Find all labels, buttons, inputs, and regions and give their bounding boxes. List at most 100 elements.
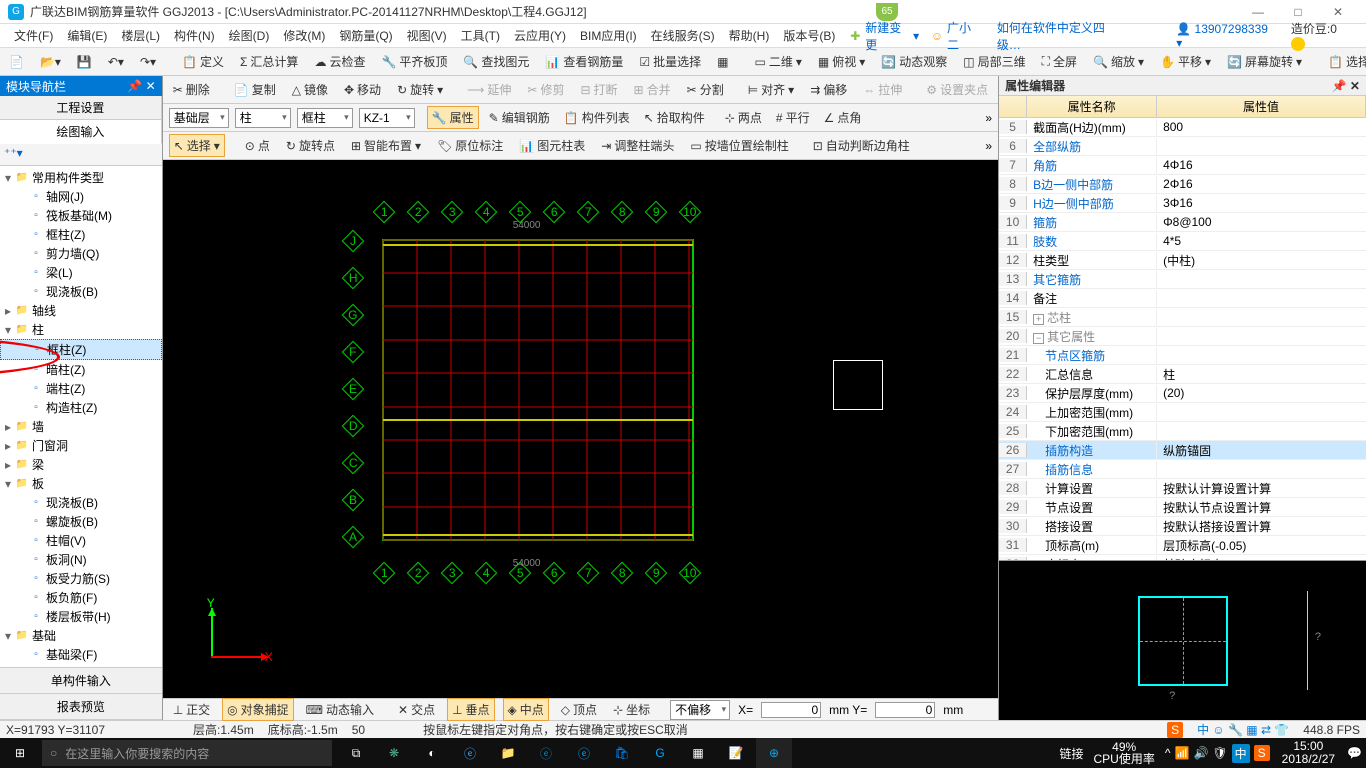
combo-floor[interactable]: 基础层 <box>169 108 229 128</box>
tool-delete[interactable]: ✂ 删除 <box>169 79 214 100</box>
tool-point[interactable]: ⊙ 点 <box>241 135 274 156</box>
tool-mirror[interactable]: △ 镜像 <box>288 79 332 100</box>
property-row[interactable]: 8B边一侧中部筋2Φ16 <box>999 175 1366 194</box>
property-row[interactable]: 23保护层厚度(mm)(20) <box>999 384 1366 403</box>
tree-folder[interactable]: ▾📁柱 <box>0 320 162 339</box>
tool-selectfloor[interactable]: 📋 选择楼层 <box>1325 51 1366 72</box>
combo-name[interactable]: KZ-1 <box>359 108 415 128</box>
task-explorer[interactable]: 📁 <box>490 738 526 768</box>
property-row[interactable]: 7角筋4Φ16 <box>999 156 1366 175</box>
snap-ortho[interactable]: ⊥ 正交 <box>169 699 214 720</box>
tray-up[interactable]: ^ <box>1165 746 1171 760</box>
tree-folder[interactable]: ▾📁常用构件类型 <box>0 168 162 187</box>
tool-parallel[interactable]: # 平行 <box>772 107 814 128</box>
tool-save[interactable]: 💾 <box>74 53 95 71</box>
tool-3d[interactable]: ◫ 局部三维 <box>960 51 1028 72</box>
tool-move[interactable]: ✥ 移动 <box>340 79 385 100</box>
tab-project-setting[interactable]: 工程设置 <box>0 96 162 119</box>
snap-dynamic[interactable]: ⌨ 动态输入 <box>302 699 378 720</box>
menu-version[interactable]: 版本号(B) <box>777 25 841 46</box>
drawing-canvas[interactable]: 12345678910 12345678910 JHGFEDCBA 54000 … <box>163 160 998 698</box>
task-edge[interactable]: ⓔ <box>528 738 564 768</box>
menu-edit[interactable]: 编辑(E) <box>61 25 113 46</box>
property-row[interactable]: 11肢数4*5 <box>999 232 1366 251</box>
menu-file[interactable]: 文件(F) <box>8 25 59 46</box>
tool-rotate[interactable]: 🔄 屏幕旋转 ▾ <box>1224 51 1305 72</box>
menu-component[interactable]: 构件(N) <box>168 25 221 46</box>
menu-view[interactable]: 视图(V) <box>401 25 453 46</box>
tool-align[interactable]: 🔧 平齐板顶 <box>378 51 450 72</box>
tree-folder[interactable]: ▾📁板 <box>0 474 162 493</box>
tray-shield[interactable]: 🛡 <box>1212 746 1227 760</box>
menu-tools[interactable]: 工具(T) <box>455 25 506 46</box>
tool-2d[interactable]: ▭ 二维 ▾ <box>751 51 804 72</box>
property-row[interactable]: 9H边一侧中部筋3Φ16 <box>999 194 1366 213</box>
tree-item[interactable]: ▫轴网(J) <box>0 187 162 206</box>
tree-item[interactable]: ▫板负筋(F) <box>0 588 162 607</box>
tool-batch[interactable]: ☑ 批量选择 <box>636 51 704 72</box>
menu-rebar[interactable]: 钢筋量(Q) <box>333 25 398 46</box>
tree-item[interactable]: ▫现浇板(B) <box>0 282 162 301</box>
tray-sogou[interactable]: S <box>1254 745 1270 761</box>
menu-cloud[interactable]: 云应用(Y) <box>508 25 572 46</box>
tool-view-rebar[interactable]: 📊 查看钢筋量 <box>542 51 626 72</box>
tree-folder[interactable]: ▸📁墙 <box>0 417 162 436</box>
cortana-search[interactable]: ○ 在这里输入你要搜索的内容 <box>42 740 332 766</box>
btab-report[interactable]: 报表预览 <box>0 694 162 720</box>
tool-orbit[interactable]: 🔄 动态观察 <box>878 51 950 72</box>
menu-draw[interactable]: 绘图(D) <box>223 25 276 46</box>
task-view[interactable]: ⧉ <box>338 738 374 768</box>
property-row[interactable]: 10箍筋Φ8@100 <box>999 213 1366 232</box>
snap-vertex[interactable]: ◇ 顶点 <box>557 699 601 720</box>
menu-floor[interactable]: 楼层(L) <box>115 25 166 46</box>
tool-align2[interactable]: ⊨ 对齐 ▾ <box>744 79 799 100</box>
pin-icon[interactable]: 📌 ✕ <box>1332 79 1360 93</box>
snap-perp[interactable]: ⊥ 垂点 <box>447 698 494 721</box>
task-ie[interactable]: ⓔ <box>566 738 602 768</box>
task-app3[interactable]: G <box>642 738 678 768</box>
tool-pan[interactable]: ✋ 平移 ▾ <box>1157 51 1214 72</box>
task-store[interactable]: 🛍 <box>604 738 640 768</box>
start-button[interactable]: ⊞ <box>0 738 40 768</box>
property-row[interactable]: 15+芯柱 <box>999 308 1366 327</box>
tool-define[interactable]: 📋 定义 <box>179 51 227 72</box>
task-current[interactable]: ⊕ <box>756 738 792 768</box>
menu-bim[interactable]: BIM应用(I) <box>574 25 643 46</box>
tool-two-point[interactable]: ⊹ 两点 <box>721 107 766 128</box>
tool-comp-list[interactable]: 📋 构件列表 <box>560 107 634 128</box>
tool-point-angle[interactable]: ∠ 点角 <box>820 107 866 128</box>
tree-item[interactable]: ▫板受力筋(S) <box>0 569 162 588</box>
property-row[interactable]: 22汇总信息柱 <box>999 365 1366 384</box>
tool-split[interactable]: ✂ 分割 <box>683 79 728 100</box>
combo-category[interactable]: 柱 <box>235 108 291 128</box>
property-row[interactable]: 27插筋信息 <box>999 460 1366 479</box>
task-browser1[interactable]: ⓔ <box>452 738 488 768</box>
tool-smart-layout[interactable]: ⊞ 智能布置 ▾ <box>347 135 425 156</box>
tool-rotate-point[interactable]: ↻ 旋转点 <box>282 135 339 156</box>
property-row[interactable]: 31顶标高(m)层顶标高(-0.05) <box>999 536 1366 555</box>
tool-property[interactable]: 🔧 属性 <box>427 106 479 129</box>
property-row[interactable]: 13其它箍筋 <box>999 270 1366 289</box>
minimize-button[interactable]: — <box>1238 0 1278 24</box>
tree-item[interactable]: ▫框柱(Z) <box>0 225 162 244</box>
x-input[interactable] <box>761 702 821 718</box>
tab-draw-input[interactable]: 绘图输入 <box>0 120 162 144</box>
tray-clock[interactable]: 15:002018/2/27 <box>1274 740 1343 766</box>
property-row[interactable]: 30搭接设置按默认搭接设置计算 <box>999 517 1366 536</box>
help-link[interactable]: 如何在软件中定义四级… <box>991 19 1134 53</box>
new-change-button[interactable]: ✚新建变更 ▾ <box>843 19 923 53</box>
pin-icon[interactable]: 📌 ✕ <box>127 79 155 93</box>
tool-fullscreen[interactable]: ⛶ 全屏 <box>1039 51 1080 72</box>
tool-col-table[interactable]: 📊 图元柱表 <box>515 135 589 156</box>
tree-item[interactable]: ▫构造柱(Z) <box>0 398 162 417</box>
tree-item[interactable]: ▫板洞(N) <box>0 550 162 569</box>
tree-item[interactable]: ▫现浇板(B) <box>0 493 162 512</box>
tool-calc[interactable]: Σ 汇总计算 <box>237 51 301 72</box>
tool-top[interactable]: ▦ 俯视 ▾ <box>815 51 868 72</box>
btab-single[interactable]: 单构件输入 <box>0 668 162 694</box>
tool-rotate2[interactable]: ↻ 旋转 ▾ <box>393 79 447 100</box>
tool-offset[interactable]: ⇉ 偏移 <box>806 79 851 100</box>
snap-mid[interactable]: ◈ 中点 <box>503 698 549 721</box>
tree-item[interactable]: ▫基础梁(F) <box>0 645 162 664</box>
property-row[interactable]: 29节点设置按默认节点设置计算 <box>999 498 1366 517</box>
